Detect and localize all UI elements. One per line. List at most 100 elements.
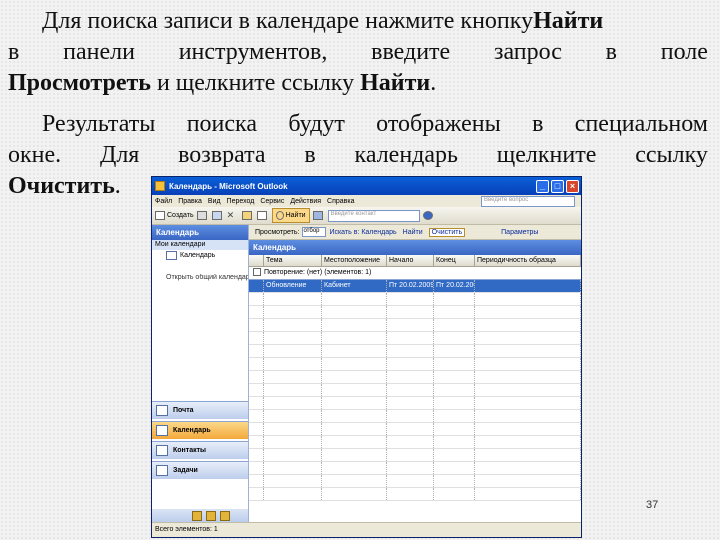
word: отображены <box>376 111 501 137</box>
column-header-start[interactable]: Начало <box>387 255 434 266</box>
open-shared-calendar-link[interactable]: Открыть общий календарь... <box>152 274 248 281</box>
look-for-label: Просмотреть: <box>255 228 300 236</box>
notes-icon[interactable] <box>206 511 216 521</box>
delete-button[interactable]: ✕ <box>227 209 239 222</box>
title-bar: Календарь - Microsoft Outlook _ □ × <box>152 177 581 195</box>
day-view-icon <box>256 211 267 220</box>
group-header[interactable]: Повторение: (нет) (элементов: 1) <box>249 267 581 280</box>
empty-row <box>249 319 581 332</box>
nav-button-label: Почта <box>173 407 194 414</box>
help-button[interactable] <box>422 209 435 222</box>
empty-row <box>249 384 581 397</box>
empty-row <box>249 358 581 371</box>
today-button[interactable] <box>241 209 254 222</box>
menu-actions[interactable]: Действия <box>290 198 321 205</box>
word: ссылку <box>635 142 708 168</box>
clear-term: Очистить <box>8 173 115 199</box>
empty-row <box>249 371 581 384</box>
calendar-icon <box>166 250 177 260</box>
nav-button-label: Контакты <box>173 447 207 454</box>
word: календарь <box>354 142 458 168</box>
empty-row <box>249 410 581 423</box>
page-number: 37 <box>646 499 659 511</box>
minimize-button[interactable]: _ <box>536 179 549 193</box>
address-book-button[interactable] <box>312 209 325 222</box>
menu-tools[interactable]: Сервис <box>260 198 284 205</box>
empty-row <box>249 423 581 436</box>
appointment-icon <box>249 280 264 292</box>
look-for-input[interactable]: отбор <box>302 227 327 237</box>
nav-button-label: Календарь <box>173 427 211 434</box>
table-row[interactable]: Обновление Кабинет Пт 20.02.2009 Пт 20.0… <box>249 280 581 293</box>
address-book-icon <box>312 211 323 220</box>
column-header-location[interactable]: Местоположение <box>322 255 387 266</box>
text-segment: Для поиска записи в календаре нажмите кн… <box>42 8 534 34</box>
word: щелкните <box>496 142 597 168</box>
menu-go[interactable]: Переход <box>227 198 255 205</box>
maximize-button[interactable]: □ <box>551 179 564 193</box>
word: введите <box>371 39 451 65</box>
word: панели <box>63 39 135 65</box>
collapse-icon[interactable] <box>253 268 261 277</box>
column-headers: Тема Местоположение Начало Конец Периоди… <box>249 255 581 267</box>
calendar-view-header: Календарь <box>249 240 581 255</box>
nav-button-mail[interactable]: Почта <box>152 401 248 419</box>
empty-row <box>249 462 581 475</box>
mail-icon <box>156 405 168 416</box>
column-header-end[interactable]: Конец <box>434 255 475 266</box>
cell-subject: Обновление <box>264 280 322 292</box>
move-icon <box>211 211 222 220</box>
find-bar: Просмотреть: отбор Искать в: Календарь Н… <box>249 225 581 240</box>
help-question-input[interactable]: Введите вопрос <box>481 195 575 207</box>
paragraph-line: Для поиска записи в календаре нажмите кн… <box>8 6 708 37</box>
empty-row <box>249 475 581 488</box>
options-link[interactable]: Параметры <box>501 229 538 236</box>
column-header-recurrence[interactable]: Периодичность образца <box>475 255 581 266</box>
nav-header: Календарь <box>152 225 248 240</box>
menu-help[interactable]: Справка <box>327 198 354 205</box>
empty-row <box>249 332 581 345</box>
menu-file[interactable]: Файл <box>155 198 172 205</box>
search-in-dropdown[interactable]: Искать в: Календарь <box>329 229 396 236</box>
new-button[interactable]: Создать <box>155 209 194 222</box>
outlook-window: Календарь - Microsoft Outlook _ □ × Файл… <box>151 176 582 538</box>
contact-search-input[interactable]: Введите контакт <box>327 209 420 222</box>
empty-row <box>249 306 581 319</box>
find-term: Найти <box>360 70 431 96</box>
move-button[interactable] <box>211 209 224 222</box>
contacts-icon <box>156 445 168 456</box>
folder-icon[interactable] <box>192 511 202 521</box>
contact-search[interactable]: Введите контакт <box>327 209 420 222</box>
calendar-app-icon <box>155 181 165 191</box>
column-header-subject[interactable]: Тема <box>264 255 322 266</box>
shortcuts-icon[interactable] <box>220 511 230 521</box>
paragraph-line: в панели инструментов, введите запрос в … <box>8 37 708 68</box>
my-calendars-header[interactable]: Мои календари <box>152 240 248 250</box>
new-label: Создать <box>167 212 194 219</box>
column-header-icon[interactable] <box>249 255 264 266</box>
menu-bar: Файл Правка Вид Переход Сервис Действия … <box>152 195 581 207</box>
cell-start: Пт 20.02.2009 <box>387 280 434 292</box>
day-view-button[interactable] <box>256 209 269 222</box>
empty-row <box>249 293 581 306</box>
nav-button-calendar[interactable]: Календарь <box>152 421 248 439</box>
help-icon <box>422 211 433 220</box>
clear-link[interactable]: Очистить <box>428 227 466 237</box>
calendar-view: Просмотреть: отбор Искать в: Календарь Н… <box>249 225 581 523</box>
close-button[interactable]: × <box>566 179 579 193</box>
empty-row <box>249 488 581 501</box>
instruction-paragraph-1: Для поиска записи в календаре нажмите кн… <box>8 6 708 99</box>
word: инструментов, <box>178 39 328 65</box>
paragraph-line: Результаты поиска будут отображены в спе… <box>8 109 708 140</box>
nav-button-contacts[interactable]: Контакты <box>152 441 248 459</box>
text-segment: . <box>430 70 437 96</box>
find-toolbar-button[interactable]: Найти <box>271 208 310 223</box>
print-button[interactable] <box>196 209 209 222</box>
menu-view[interactable]: Вид <box>208 198 221 205</box>
nav-button-tasks[interactable]: Задачи <box>152 461 248 479</box>
menu-edit[interactable]: Правка <box>178 198 202 205</box>
new-icon <box>155 211 165 220</box>
find-now-link[interactable]: Найти <box>403 229 423 236</box>
word: в <box>532 111 544 137</box>
calendar-list-item[interactable]: Календарь <box>152 250 248 262</box>
